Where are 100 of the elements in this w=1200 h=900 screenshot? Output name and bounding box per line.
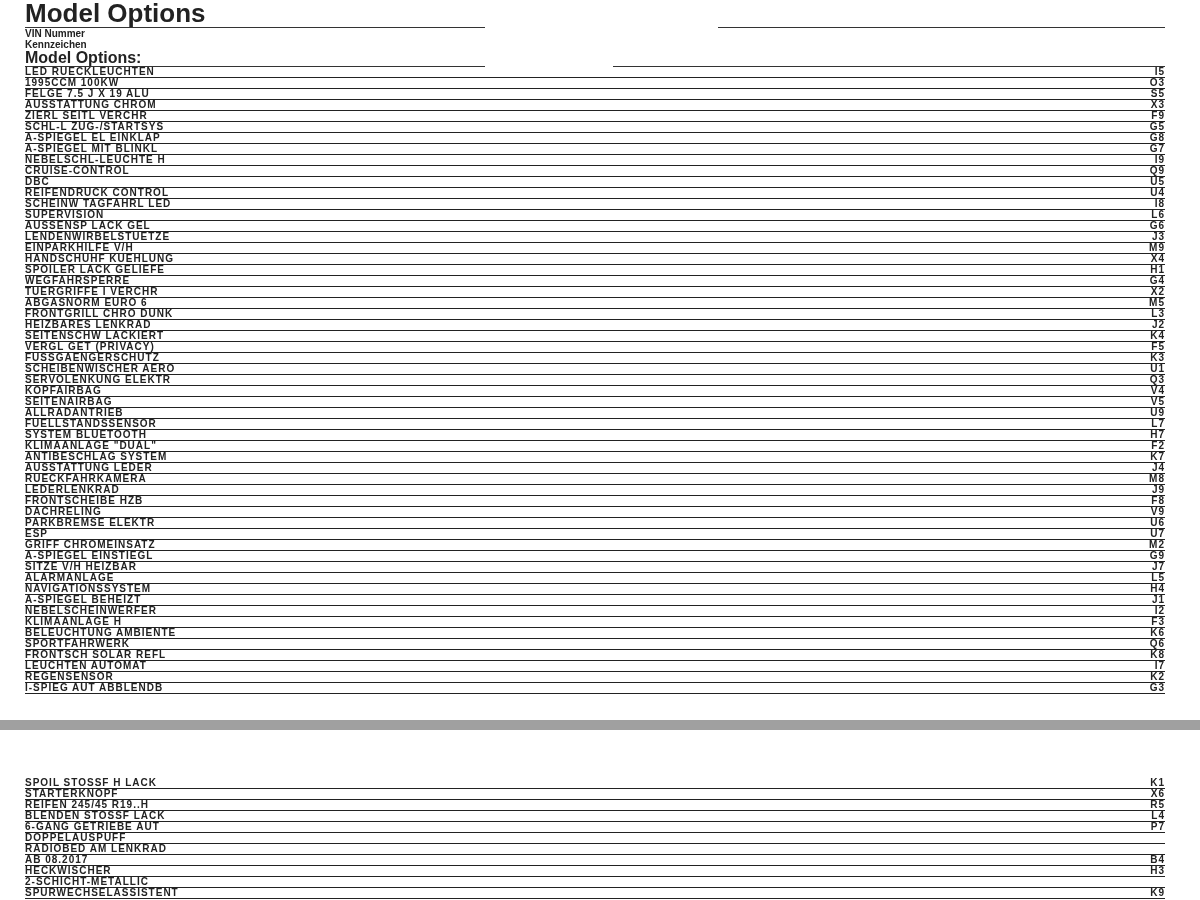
option-name: A-SPIEGEL EINSTIEGL xyxy=(25,551,154,561)
option-code: L6 xyxy=(1151,210,1165,220)
option-name: EINPARKHILFE V/H xyxy=(25,243,134,253)
option-code: K2 xyxy=(1150,672,1165,682)
option-code: I9 xyxy=(1154,155,1165,165)
option-code: O3 xyxy=(1149,78,1165,88)
option-name: LEUCHTEN AUTOMAT xyxy=(25,661,147,671)
field-label: Kennzeichen xyxy=(25,39,88,50)
option-code: G5 xyxy=(1149,122,1165,132)
option-code: L3 xyxy=(1151,309,1165,319)
option-name: SEITENAIRBAG xyxy=(25,397,113,407)
option-code: J7 xyxy=(1151,562,1165,572)
option-name: 2-SCHICHT-METALLIC xyxy=(25,877,149,887)
option-name: CRUISE-CONTROL xyxy=(25,166,130,176)
option-code: I8 xyxy=(1154,199,1165,209)
option-name: LED RUECKLEUCHTEN xyxy=(25,67,155,77)
option-code: X2 xyxy=(1150,287,1165,297)
option-code: G7 xyxy=(1149,144,1165,154)
option-code: F2 xyxy=(1151,441,1165,451)
option-code: V4 xyxy=(1150,386,1165,396)
option-name: WEGFAHRSPERRE xyxy=(25,276,131,286)
option-name: NEBELSCHL-LEUCHTE H xyxy=(25,155,166,165)
option-name: BELEUCHTUNG AMBIENTE xyxy=(25,628,177,638)
option-code: K6 xyxy=(1150,628,1165,638)
option-code: J3 xyxy=(1151,232,1165,242)
option-code: U5 xyxy=(1150,177,1165,187)
option-name: ALLRADANTRIEB xyxy=(25,408,124,418)
option-name: ALARMANLAGE xyxy=(25,573,115,583)
option-name: RADIOBED AM LENKRAD xyxy=(25,844,167,854)
option-code: K8 xyxy=(1150,650,1165,660)
option-name: HECKWISCHER xyxy=(25,866,112,876)
option-name: REIFEN 245/45 R19..H xyxy=(25,800,149,810)
option-code: V5 xyxy=(1150,397,1165,407)
option-name: SUPERVISION xyxy=(25,210,105,220)
option-name: A-SPIEGEL MIT BLINKL xyxy=(25,144,159,154)
option-code: B4 xyxy=(1150,855,1165,865)
option-code: S5 xyxy=(1150,89,1165,99)
section-heading: Model Options: xyxy=(25,50,485,67)
option-code: K9 xyxy=(1150,888,1165,898)
option-code: Q9 xyxy=(1149,166,1165,176)
option-code: Q6 xyxy=(1149,639,1165,649)
option-code: F3 xyxy=(1151,617,1165,627)
option-name: DACHRELING xyxy=(25,507,102,517)
option-code: I2 xyxy=(1154,606,1165,616)
option-name: FRONTGRILL CHRO DUNK xyxy=(25,309,174,319)
option-code: L4 xyxy=(1151,811,1165,821)
option-code: G4 xyxy=(1149,276,1165,286)
option-code: U9 xyxy=(1150,408,1165,418)
option-code: X3 xyxy=(1150,100,1165,110)
option-code: R5 xyxy=(1150,800,1165,810)
option-name: KOPFAIRBAG xyxy=(25,386,102,396)
field-label: VIN Nummer xyxy=(25,28,86,39)
option-code: P7 xyxy=(1150,822,1165,832)
option-code: L7 xyxy=(1151,419,1165,429)
option-name: ZIERL SEITL VERCHR xyxy=(25,111,148,121)
option-name: SCHL-L ZUG-/STARTSYS xyxy=(25,122,165,132)
option-name: REGENSENSOR xyxy=(25,672,114,682)
option-name: NAVIGATIONSSYSTEM xyxy=(25,584,152,594)
option-code: J1 xyxy=(1151,595,1165,605)
option-code: K1 xyxy=(1150,778,1165,788)
option-name: SPOILER LACK GELIEFE xyxy=(25,265,165,275)
option-name: DOPPELAUSPUFF xyxy=(25,833,127,843)
option-name: FRONTSCH SOLAR REFL xyxy=(25,650,167,660)
option-name: A-SPIEGEL EL EINKLAP xyxy=(25,133,161,143)
option-name: HEIZBARES LENKRAD xyxy=(25,320,152,330)
option-name: I-SPIEG AUT ABBLENDB xyxy=(25,683,164,693)
option-name: RUECKFAHRKAMERA xyxy=(25,474,147,484)
option-code: F5 xyxy=(1151,342,1165,352)
option-code: U4 xyxy=(1150,188,1165,198)
option-name: FRONTSCHEIBE HZB xyxy=(25,496,144,506)
option-code: H4 xyxy=(1150,584,1165,594)
option-code: F9 xyxy=(1151,111,1165,121)
option-code: V9 xyxy=(1150,507,1165,517)
option-code: G9 xyxy=(1149,551,1165,561)
option-code: G6 xyxy=(1149,221,1165,231)
option-name: REIFENDRUCK CONTROL xyxy=(25,188,169,198)
option-name: ANTIBESCHLAG SYSTEM xyxy=(25,452,168,462)
option-code: U7 xyxy=(1150,529,1165,539)
option-code: K3 xyxy=(1150,353,1165,363)
option-code: U6 xyxy=(1150,518,1165,528)
option-code: G8 xyxy=(1149,133,1165,143)
option-name: SEITENSCHW LACKIERT xyxy=(25,331,164,341)
option-name: LEDERLENKRAD xyxy=(25,485,120,495)
option-code: K4 xyxy=(1150,331,1165,341)
option-name: TUERGRIFFE I VERCHR xyxy=(25,287,159,297)
option-name: DBC xyxy=(25,177,50,187)
option-name: SCHEINW TAGFAHRL LED xyxy=(25,199,172,209)
document-title: Model Options xyxy=(25,0,485,28)
option-name: FUELLSTANDSSENSOR xyxy=(25,419,157,429)
option-name: SPURWECHSELASSISTENT xyxy=(25,888,179,898)
option-name: SCHEIBENWISCHER AERO xyxy=(25,364,176,374)
option-code: X6 xyxy=(1150,789,1165,799)
option-name: 1995CCM 100KW xyxy=(25,78,120,88)
option-name: A-SPIEGEL BEHEIZT xyxy=(25,595,142,605)
option-code: M5 xyxy=(1149,298,1165,308)
option-name: FUSSGAENGERSCHUTZ xyxy=(25,353,160,363)
option-name: SYSTEM BLUETOOTH xyxy=(25,430,147,440)
option-code: H1 xyxy=(1150,265,1165,275)
option-code: M8 xyxy=(1149,474,1165,484)
option-name: KLIMAANLAGE "DUAL" xyxy=(25,441,157,451)
